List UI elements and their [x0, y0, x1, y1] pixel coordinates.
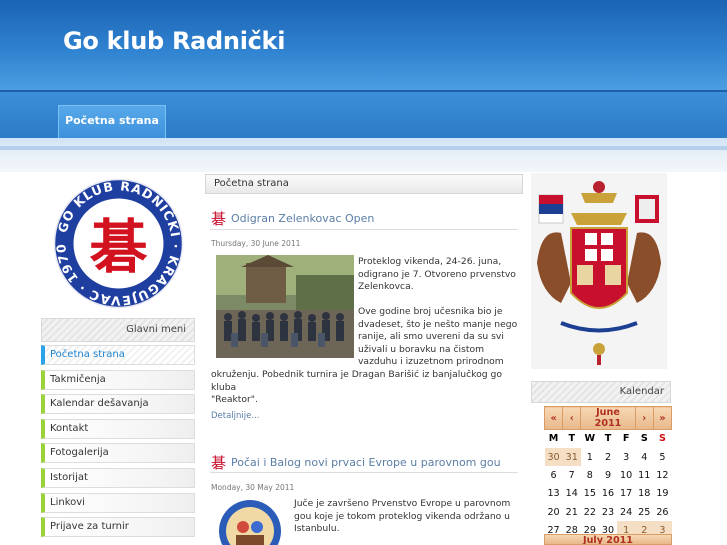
- calendar-day[interactable]: 25: [635, 503, 653, 521]
- weekday-label: F: [622, 433, 630, 445]
- main-navbar: Početna strana: [0, 92, 727, 138]
- main-menu-title: Glavni meni: [41, 318, 195, 342]
- calendar-day[interactable]: 14: [563, 485, 581, 503]
- next-month-button[interactable]: ›: [634, 406, 654, 430]
- calendar-weekday-row: M T W T F S S: [545, 430, 672, 448]
- article-paragraph: Ove godine broj učesnika bio je dvadeset…: [358, 306, 523, 369]
- article-intro-line: Istanbulu.: [294, 523, 340, 535]
- menu-item-event-calendar[interactable]: Kalendar dešavanja: [41, 394, 195, 415]
- article-intro-line: Zelenkovca.: [358, 281, 414, 293]
- menu-item-photo-gallery[interactable]: Fotogalerija: [41, 443, 195, 464]
- calendar-day[interactable]: 26: [653, 503, 671, 521]
- article-photo-badge: [216, 497, 284, 545]
- calendar-day[interactable]: 18: [635, 485, 653, 503]
- weekday-label: S: [658, 433, 666, 445]
- calendar-day[interactable]: 7: [563, 466, 581, 484]
- svg-text:碁: 碁: [89, 213, 147, 281]
- weekday-label: T: [604, 433, 612, 445]
- read-more-link[interactable]: Detaljnije...: [211, 411, 260, 421]
- calendar-week-row: 13 14 15 16 17 18 19: [545, 485, 672, 503]
- calendar-day[interactable]: 9: [599, 466, 617, 484]
- calendar-day[interactable]: 6: [545, 466, 563, 484]
- article-paragraph-tail: okruženju. Pobednik turnira je Dragan Ba…: [211, 369, 523, 407]
- title-divider: [210, 472, 518, 473]
- article-paragraph-line: vazduhu i izuzetnom prirodnom: [358, 356, 504, 368]
- menu-item-history[interactable]: Istorijat: [41, 467, 195, 488]
- calendar-day[interactable]: 31: [562, 447, 581, 467]
- article-title[interactable]: 碁 Počai i Balog novi prvaci Evrope u paro…: [211, 452, 501, 473]
- calendar-week-row: 20 21 22 23 24 25 26: [545, 503, 672, 521]
- article-date: Thursday, 30 June 2011: [211, 239, 301, 248]
- calendar-day[interactable]: 21: [563, 503, 581, 521]
- menu-item-tournament-signup[interactable]: Prijave za turnir: [41, 517, 195, 538]
- article-date: Monday, 30 May 2011: [211, 483, 295, 492]
- breadcrumb: Početna strana: [205, 174, 523, 194]
- calendar-day[interactable]: 22: [581, 503, 599, 521]
- calendar-day[interactable]: 8: [581, 466, 599, 484]
- menu-item-home[interactable]: Početna strana: [41, 345, 195, 365]
- weekday-label: W: [584, 433, 596, 445]
- go-stone-icon: 碁: [211, 210, 227, 228]
- prev-year-button[interactable]: «: [543, 406, 564, 430]
- article-intro: Proteklog vikenda, 24-26. juna, odigrano…: [358, 256, 518, 294]
- calendar-month-label: June 2011: [580, 406, 636, 430]
- menu-item-competitions[interactable]: Takmičenja: [41, 369, 195, 390]
- article-paragraph-line: "Reaktor".: [211, 394, 258, 406]
- band-stripe: [0, 146, 727, 150]
- calendar-title: Kalendar: [531, 381, 671, 403]
- article-intro-line: Proteklog vikenda, 24-26. juna,: [358, 256, 502, 267]
- article-intro: Juče je završeno Prvenstvo Evrope u paro…: [294, 498, 519, 536]
- calendar-week-row: 6 7 8 9 10 11 12: [545, 466, 672, 484]
- site-title[interactable]: Go klub Radnički: [63, 27, 285, 55]
- article-paragraph-line: dvadeset, što je nešto manje nego: [358, 318, 518, 330]
- menu-item-links[interactable]: Linkovi: [41, 492, 195, 513]
- calendar-day[interactable]: 16: [599, 485, 617, 503]
- article-intro-line: gou koje je tokom proteklog vikenda održ…: [294, 510, 511, 522]
- calendar-day[interactable]: 23: [599, 503, 617, 521]
- calendar-day[interactable]: 5: [653, 448, 671, 466]
- nav-item-home[interactable]: Početna strana: [58, 105, 166, 138]
- calendar-day[interactable]: 19: [653, 485, 671, 503]
- title-divider: [210, 229, 518, 230]
- article-title-text[interactable]: Počai i Balog novi prvaci Evrope u parov…: [231, 456, 501, 469]
- article-paragraph-line: okruženju. Pobednik turnira je Dragan Ba…: [211, 369, 502, 393]
- next-calendar-header: July 2011: [544, 534, 672, 545]
- calendar-day[interactable]: 15: [581, 485, 599, 503]
- article-paragraph-line: ranije, ali smo uvereni da su svi: [358, 331, 504, 343]
- club-logo: GO KLUB RADNIČKI · KRAGUJEVAC · 1970 · 碁: [52, 177, 184, 309]
- calendar-day[interactable]: 11: [635, 466, 653, 484]
- coat-of-arms-image: [531, 173, 667, 369]
- menu-item-contact[interactable]: Kontakt: [41, 418, 195, 439]
- calendar-day[interactable]: 20: [545, 503, 563, 521]
- calendar-day[interactable]: 1: [581, 448, 599, 466]
- article-paragraph-line: Ove godine broj učesnika bio je: [358, 306, 503, 317]
- prev-month-button[interactable]: ‹: [562, 406, 582, 430]
- calendar-day[interactable]: 2: [599, 448, 617, 466]
- calendar-table: « ‹ June 2011 › » M T W T F S S 30 31 1 …: [543, 406, 673, 540]
- go-stone-icon: 碁: [211, 454, 227, 472]
- calendar-day[interactable]: 10: [617, 466, 635, 484]
- site-header: Go klub Radnički: [0, 0, 727, 92]
- next-year-button[interactable]: »: [652, 406, 673, 430]
- calendar-caption-row: « ‹ June 2011 › »: [543, 406, 673, 430]
- calendar-day[interactable]: 24: [617, 503, 635, 521]
- calendar-day[interactable]: 3: [617, 448, 635, 466]
- article-photo-group: [216, 255, 354, 358]
- header-band: [0, 138, 727, 172]
- article-title-text[interactable]: Odigran Zelenkovac Open: [231, 212, 374, 225]
- calendar-day[interactable]: 4: [635, 448, 653, 466]
- article-intro-line: odigrano je 7. Otvoreno prvenstvo: [358, 268, 516, 280]
- article-paragraph-line: uživali u boravku na čistom: [358, 343, 485, 355]
- calendar-day[interactable]: 17: [617, 485, 635, 503]
- calendar-day[interactable]: 30: [544, 447, 563, 467]
- article-intro-line: Juče je završeno Prvenstvo Evrope u paro…: [294, 498, 511, 509]
- main-menu: Početna strana Takmičenja Kalendar dešav…: [41, 345, 195, 542]
- weekday-label: M: [548, 433, 559, 445]
- article-title[interactable]: 碁 Odigran Zelenkovac Open: [211, 208, 374, 229]
- weekday-label: T: [568, 433, 575, 445]
- calendar-day[interactable]: 13: [545, 485, 563, 503]
- calendar-day[interactable]: 12: [653, 466, 671, 484]
- calendar-week-row: 30 31 1 2 3 4 5: [544, 447, 672, 467]
- weekday-label: S: [640, 433, 648, 445]
